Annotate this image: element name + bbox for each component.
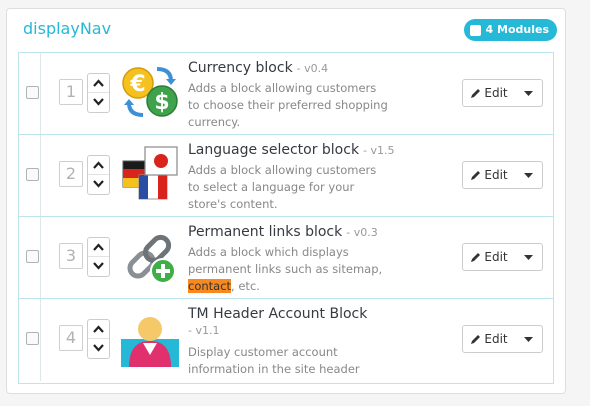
move-down-button[interactable] [88, 175, 109, 193]
module-row-language: 2 Language selector block - v1.5 Adds a … [19, 135, 553, 217]
select-checkbox[interactable] [26, 168, 39, 181]
module-name: Permanent links block - v0.3 [188, 224, 378, 240]
module-name-text: TM Header Account Block [188, 306, 368, 322]
edit-label: Edit [484, 168, 508, 182]
reorder-control [87, 73, 110, 113]
user-avatar-icon [121, 317, 179, 367]
edit-button[interactable]: Edit [463, 80, 515, 106]
select-checkbox[interactable] [26, 332, 39, 345]
pencil-icon [471, 252, 481, 262]
module-name: TM Header Account Block - v1.1 [188, 306, 367, 338]
chevron-up-icon [93, 161, 104, 169]
edit-button-group: Edit [462, 79, 543, 107]
edit-dropdown-toggle[interactable] [515, 244, 542, 270]
module-square-icon [469, 24, 481, 36]
hook-title: displayNav [23, 19, 112, 38]
module-version: - v0.3 [346, 226, 378, 239]
module-row-header-account: 4 TM Header Account Block - v1.1 Display… [19, 299, 553, 381]
edit-label: Edit [484, 86, 508, 100]
pencil-icon [471, 170, 481, 180]
module-description: Display customer account information in … [188, 345, 360, 376]
chevron-down-icon [93, 344, 104, 352]
reorder-control [87, 155, 110, 195]
module-version: - v0.4 [296, 62, 329, 75]
edit-button-group: Edit [462, 243, 543, 271]
position-number: 3 [59, 243, 83, 269]
module-name: Language selector block - v1.5 [188, 142, 395, 158]
highlighted-term: contact [188, 279, 232, 293]
module-version: - v1.5 [363, 144, 395, 157]
svg-text:€: € [129, 72, 145, 97]
position-number: 2 [59, 161, 83, 187]
move-up-button[interactable] [88, 238, 109, 257]
edit-button-group: Edit [462, 325, 543, 353]
edit-dropdown-toggle[interactable] [515, 80, 542, 106]
module-name-text: Permanent links block [188, 224, 343, 240]
edit-label: Edit [484, 332, 508, 346]
module-name-text: Language selector block [188, 142, 360, 158]
select-checkbox[interactable] [26, 86, 39, 99]
caret-down-icon [524, 90, 533, 96]
chevron-up-icon [93, 243, 104, 251]
description-text: Adds a block which displays permanent li… [188, 245, 383, 276]
module-description: Adds a block allowing customers to choos… [188, 81, 388, 129]
modules-count-badge: 4 Modules [463, 19, 557, 41]
language-flags-icon [122, 146, 178, 200]
chevron-up-icon [93, 325, 104, 333]
hook-panel: displayNav 4 Modules 1 € $ Currency bloc… [6, 8, 566, 394]
move-up-button[interactable] [88, 320, 109, 339]
caret-down-icon [524, 336, 533, 342]
move-down-button[interactable] [88, 339, 109, 357]
edit-button[interactable]: Edit [463, 244, 515, 270]
reorder-control [87, 319, 110, 359]
move-up-button[interactable] [88, 74, 109, 93]
position-number: 4 [59, 325, 83, 351]
edit-button[interactable]: Edit [463, 326, 515, 352]
module-name: Currency block - v0.4 [188, 60, 328, 76]
pencil-icon [471, 88, 481, 98]
pencil-icon [471, 334, 481, 344]
reorder-control [87, 237, 110, 277]
caret-down-icon [524, 172, 533, 178]
select-checkbox[interactable] [26, 250, 39, 263]
currency-exchange-icon: € $ [122, 67, 178, 117]
module-row-currency: 1 € $ Currency block - v0.4 Adds a block… [19, 53, 553, 135]
module-name-text: Currency block [188, 60, 293, 76]
row-divider [40, 217, 41, 298]
edit-dropdown-toggle[interactable] [515, 162, 542, 188]
move-down-button[interactable] [88, 93, 109, 111]
row-divider [40, 135, 41, 216]
badge-label: 4 Modules [485, 23, 549, 36]
chain-link-add-icon [127, 234, 176, 284]
chevron-down-icon [93, 98, 104, 106]
chevron-up-icon [93, 79, 104, 87]
module-row-permanent-links: 3 Permanent links block - v0.3 Adds a bl… [19, 217, 553, 299]
chevron-down-icon [93, 180, 104, 188]
module-list: 1 € $ Currency block - v0.4 Adds a block… [18, 52, 554, 384]
row-divider [40, 53, 41, 134]
position-number: 1 [59, 79, 83, 105]
row-divider [40, 299, 41, 381]
move-down-button[interactable] [88, 257, 109, 275]
edit-dropdown-toggle[interactable] [515, 326, 542, 352]
module-description: Adds a block which displays permanent li… [188, 244, 388, 295]
module-version: - v1.1 [188, 324, 220, 337]
chevron-down-icon [93, 262, 104, 270]
edit-label: Edit [484, 250, 508, 264]
edit-button[interactable]: Edit [463, 162, 515, 188]
module-description: Adds a block allowing customers to selec… [188, 163, 377, 211]
caret-down-icon [524, 254, 533, 260]
description-text-end: , etc. [231, 279, 260, 293]
svg-text:$: $ [154, 90, 169, 115]
edit-button-group: Edit [462, 161, 543, 189]
move-up-button[interactable] [88, 156, 109, 175]
